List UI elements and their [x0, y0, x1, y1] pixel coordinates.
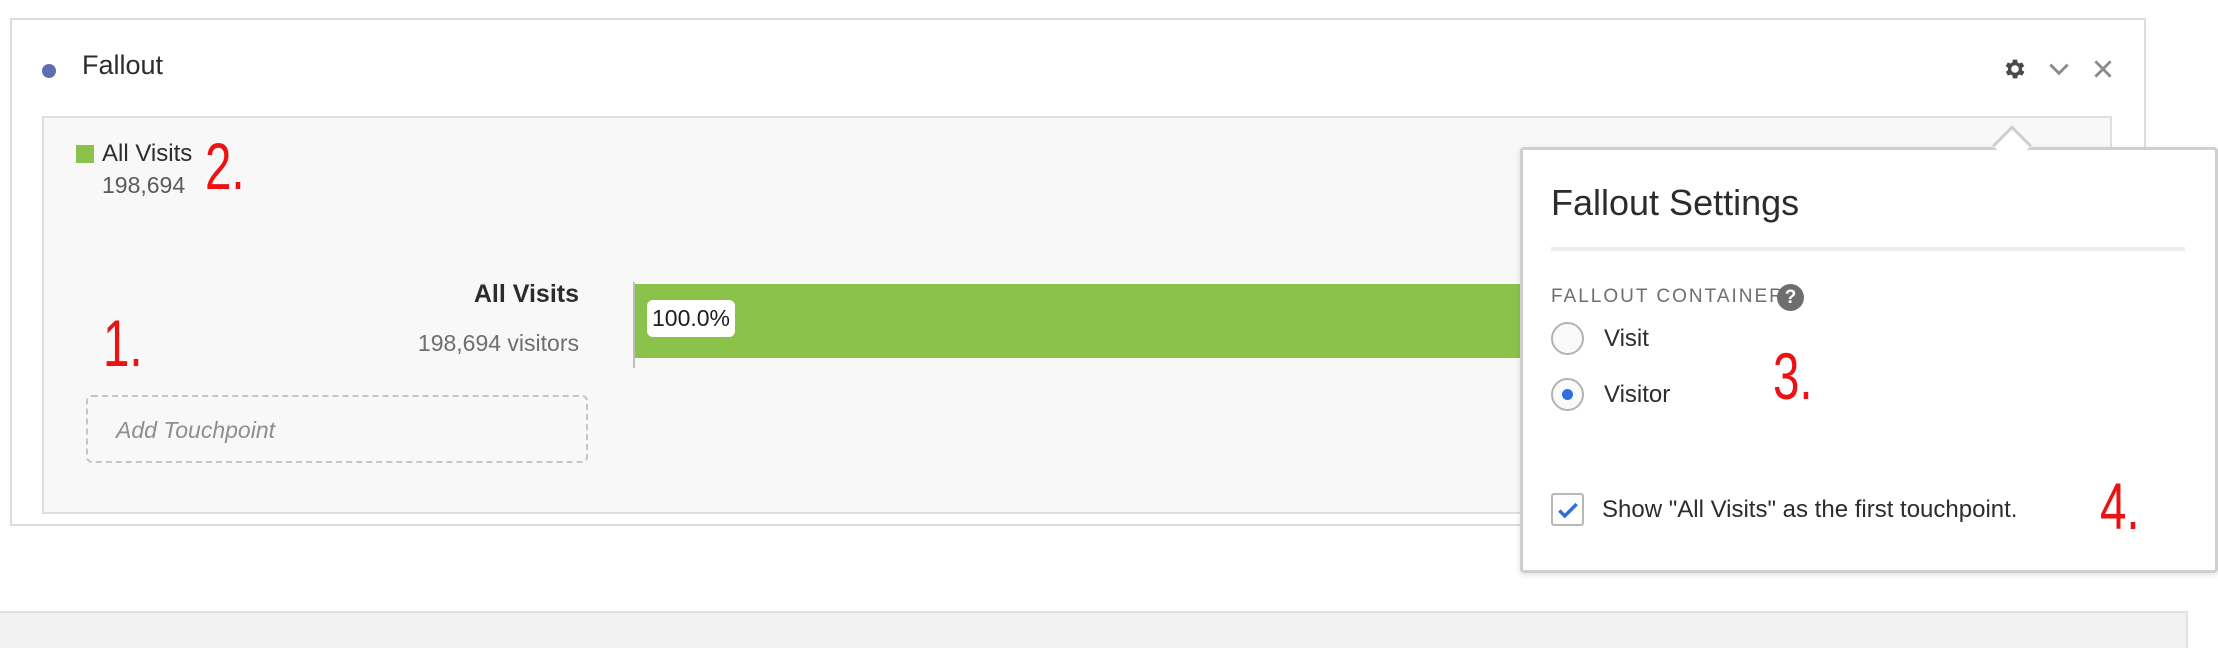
touchpoint-name[interactable]: All Visits	[204, 280, 579, 309]
touchpoint-visitors: 198,694 visitors	[417, 330, 579, 356]
help-icon[interactable]: ?	[1777, 284, 1804, 311]
fallout-container-label: FALLOUT CONTAINER	[1551, 286, 1785, 307]
annotation-1: 1.	[103, 306, 143, 380]
annotation-2: 2.	[205, 129, 245, 203]
radio-visit-label: Visit	[1604, 324, 1649, 352]
gear-icon[interactable]	[2000, 54, 2030, 84]
settings-title: Fallout Settings	[1551, 182, 1800, 223]
panel-title: Fallout	[82, 50, 164, 80]
chevron-down-icon[interactable]	[2044, 54, 2074, 84]
page-background-bar	[0, 611, 2188, 648]
radio-option-visit[interactable]: Visit	[1551, 322, 1649, 355]
show-all-visits-option[interactable]: Show "All Visits" as the first touchpoin…	[1551, 493, 2017, 526]
annotation-4: 4.	[2100, 469, 2140, 543]
annotation-3: 3.	[1773, 339, 1813, 413]
show-all-visits-label: Show "All Visits" as the first touchpoin…	[1602, 495, 2018, 523]
radio-visitor[interactable]	[1551, 378, 1584, 411]
radio-option-visitor[interactable]: Visitor	[1551, 378, 1670, 411]
legend-label: All Visits	[102, 140, 193, 167]
radio-visitor-label: Visitor	[1604, 380, 1671, 408]
legend-swatch	[76, 145, 94, 163]
touchpoint-percent-label: 100.0%	[647, 300, 736, 337]
show-all-visits-checkbox[interactable]	[1551, 493, 1584, 526]
settings-divider	[1551, 247, 2185, 251]
touchpoint-bar[interactable]	[635, 284, 1535, 358]
checkmark-icon	[1557, 502, 1578, 518]
panel-status-dot	[42, 64, 56, 78]
add-touchpoint-placeholder: Add Touchpoint	[116, 417, 276, 443]
add-touchpoint-dropzone[interactable]: Add Touchpoint	[86, 395, 588, 463]
panel-header-actions	[2000, 54, 2118, 84]
legend-count: 198,694	[102, 172, 186, 198]
close-icon[interactable]	[2088, 54, 2118, 84]
radio-visit[interactable]	[1551, 322, 1584, 355]
